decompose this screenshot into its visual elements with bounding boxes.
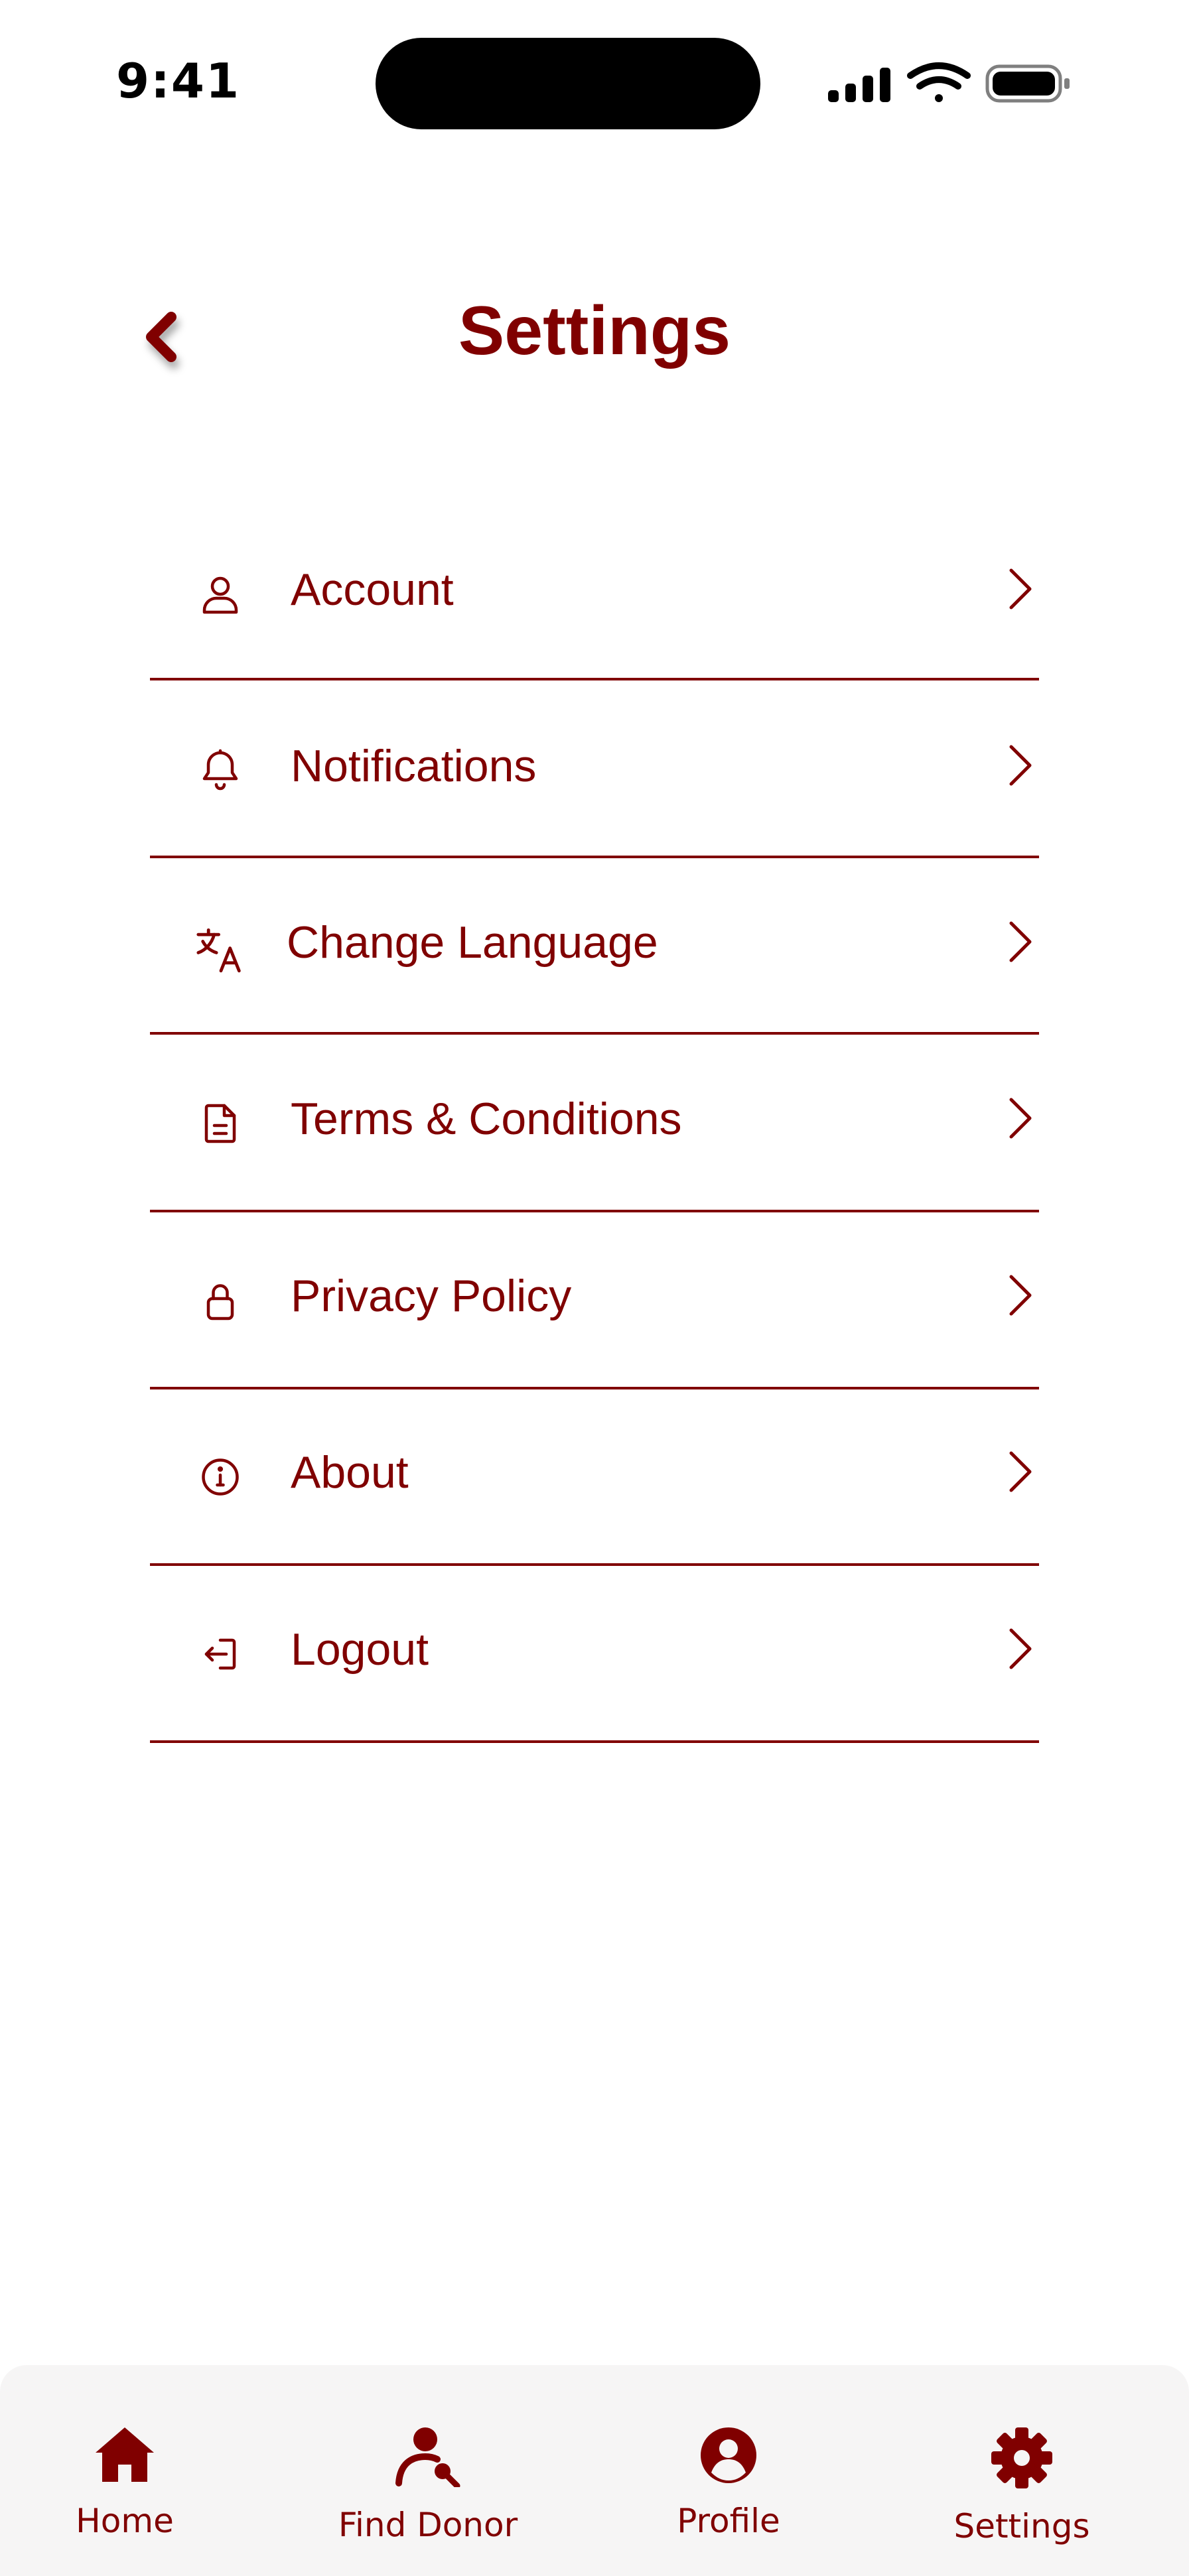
divider xyxy=(150,856,1039,858)
chevron-right-icon xyxy=(999,1448,1039,1496)
user-icon xyxy=(196,570,244,618)
chevron-right-icon xyxy=(999,1094,1039,1142)
chevron-right-icon xyxy=(999,918,1039,966)
settings-item-account[interactable]: Account xyxy=(150,524,1039,700)
find-donor-icon xyxy=(395,2426,461,2490)
status-time: 9:41 xyxy=(116,53,241,109)
divider xyxy=(150,1210,1039,1212)
document-icon xyxy=(196,1100,244,1147)
settings-item-privacy-policy[interactable]: Privacy Policy xyxy=(150,1230,1039,1407)
settings-item-notifications[interactable]: Notifications xyxy=(150,700,1039,877)
chevron-right-icon xyxy=(999,1271,1039,1319)
chevron-right-icon xyxy=(999,741,1039,789)
settings-item-label: Terms & Conditions xyxy=(291,1094,682,1144)
status-icons xyxy=(823,61,1075,107)
dynamic-island xyxy=(376,38,760,129)
info-icon xyxy=(196,1453,244,1501)
settings-item-terms-conditions[interactable]: Terms & Conditions xyxy=(150,1053,1039,1230)
settings-item-about[interactable]: About xyxy=(150,1407,1039,1583)
divider xyxy=(150,1387,1039,1389)
page-title: Settings xyxy=(458,292,731,369)
settings-item-logout[interactable]: Logout xyxy=(150,1584,1039,1760)
nav-label: Settings xyxy=(953,2507,1090,2545)
profile-icon xyxy=(699,2426,758,2488)
nav-item-profile[interactable]: Profile xyxy=(644,2365,813,2576)
settings-item-label: Notifications xyxy=(291,741,537,791)
translate-icon xyxy=(194,923,248,978)
chevron-right-icon xyxy=(999,1625,1039,1673)
chevron-right-icon xyxy=(999,565,1039,613)
home-icon xyxy=(94,2426,155,2486)
bell-icon xyxy=(196,747,244,795)
battery-icon xyxy=(985,64,1070,103)
signal-icon xyxy=(828,68,890,102)
logout-icon xyxy=(196,1630,244,1678)
gear-icon xyxy=(990,2426,1054,2493)
divider xyxy=(150,1032,1039,1035)
nav-item-home[interactable]: Home xyxy=(40,2365,210,2576)
nav-label: Home xyxy=(76,2502,174,2540)
nav-label: Profile xyxy=(677,2502,780,2540)
settings-item-change-language[interactable]: Change Language xyxy=(150,877,1039,1053)
nav-item-settings[interactable]: Settings xyxy=(936,2365,1108,2576)
settings-item-label: About xyxy=(291,1447,409,1498)
nav-item-find-donor[interactable]: Find Donor xyxy=(332,2365,524,2576)
wifi-icon xyxy=(907,62,971,102)
settings-item-label: Logout xyxy=(291,1624,429,1675)
settings-item-label: Privacy Policy xyxy=(291,1271,572,1321)
divider xyxy=(150,1563,1039,1566)
bottom-nav: Home Find Donor Profile Settings xyxy=(0,2365,1189,2576)
nav-label: Find Donor xyxy=(338,2506,518,2544)
settings-item-label: Account xyxy=(291,564,454,615)
divider xyxy=(150,1740,1039,1743)
settings-item-label: Change Language xyxy=(287,917,658,968)
lock-icon xyxy=(196,1277,244,1324)
divider xyxy=(150,678,1039,680)
